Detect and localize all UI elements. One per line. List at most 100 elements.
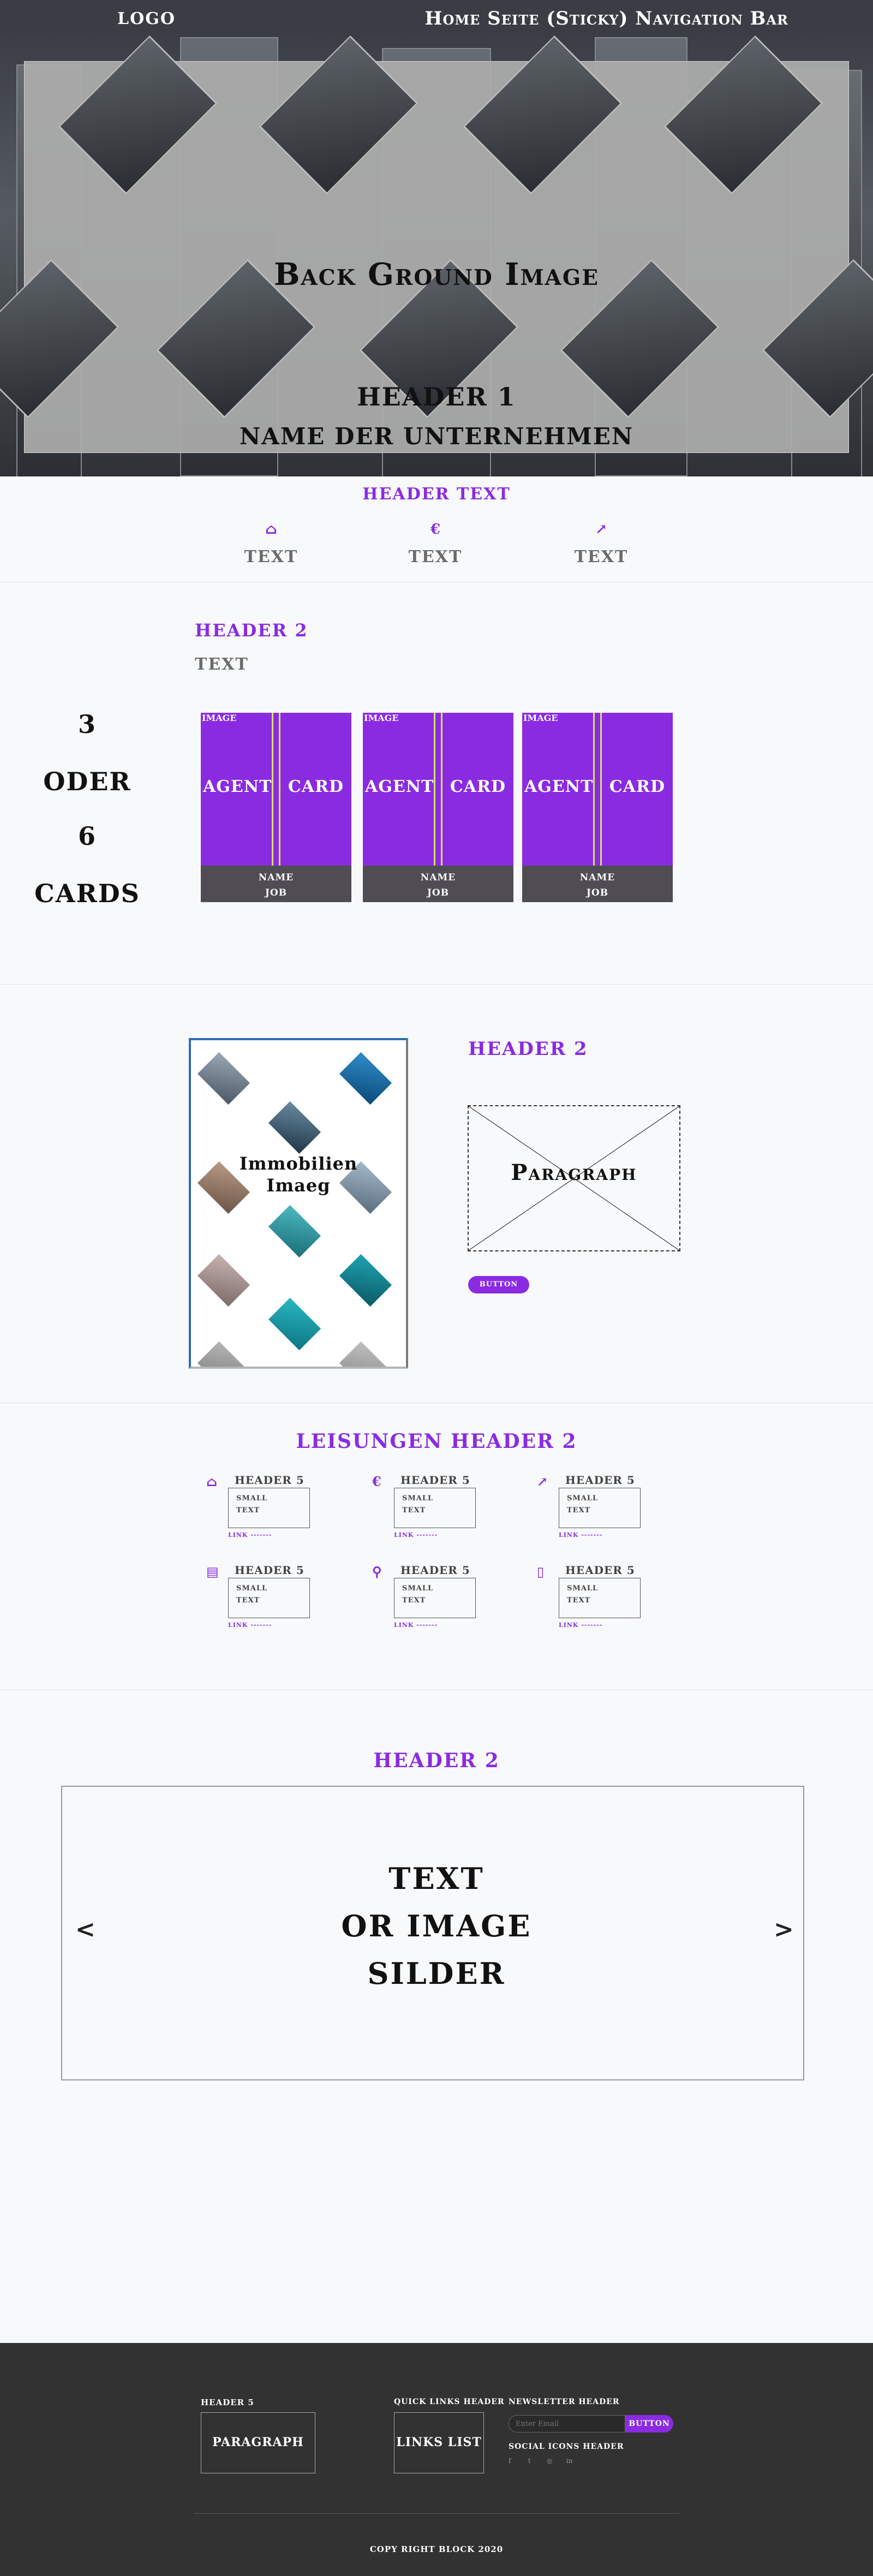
- slider-text-line: OR IMAGE: [341, 1909, 532, 1943]
- home-icon: ⌂: [206, 1474, 218, 1489]
- hero-background-label: Back Ground Image: [274, 257, 599, 293]
- copyright-text: COPY RIGHT BLOCK 2020: [369, 2544, 504, 2554]
- instagram-icon[interactable]: ◎: [547, 2457, 552, 2465]
- footer-paragraph-box: PARAGRAPH: [201, 2412, 315, 2473]
- card-agent-label: AGENT: [203, 777, 272, 796]
- footer-quick-links-title: QUICK LINKS HEADER: [394, 2398, 505, 2406]
- navigation-title[interactable]: Home Seite (Sticky) Navigation Bar: [424, 8, 788, 29]
- diamond-tile: [268, 1204, 321, 1258]
- agent-card[interactable]: IMAGE AGENT CARD NAME JOB: [201, 713, 351, 902]
- linkedin-icon[interactable]: in: [566, 2457, 573, 2465]
- slider-section-header: HEADER 2: [373, 1749, 500, 1772]
- agent-name: NAME: [420, 872, 456, 883]
- service-small-text: SMALL: [236, 1494, 268, 1502]
- card-agent-label: AGENT: [524, 777, 594, 796]
- diamond-tile: [268, 1297, 321, 1351]
- card-divider: [434, 713, 443, 866]
- cards-count-word: CARDS: [34, 879, 140, 908]
- service-text-box: SMALL TEXT: [559, 1488, 641, 1528]
- service-link[interactable]: LINK -------: [228, 1531, 272, 1539]
- about-button[interactable]: BUTTON: [468, 1276, 529, 1293]
- social-icons-title: SOCIAL ICONS HEADER: [509, 2442, 624, 2451]
- hero-heading: HEADER 1: [357, 382, 516, 412]
- agent-job: JOB: [265, 887, 288, 898]
- euro-icon: €: [430, 521, 441, 538]
- real-estate-image: [189, 1038, 408, 1369]
- footer-col1-title: HEADER 5: [201, 2398, 254, 2407]
- about-section-header: HEADER 2: [468, 1038, 588, 1060]
- card-footer: NAME JOB: [201, 866, 351, 902]
- card-image-label: IMAGE: [523, 713, 558, 723]
- newsletter-email-input[interactable]: [509, 2415, 625, 2432]
- service-item[interactable]: ↗ HEADER 5 SMALL TEXT LINK -------: [537, 1474, 668, 1561]
- diamond-tile: [197, 1254, 250, 1307]
- service-small-text: SMALL: [567, 1494, 599, 1502]
- service-item[interactable]: ▯ HEADER 5 SMALL TEXT LINK -------: [537, 1564, 668, 1651]
- diamond-tile: [339, 1254, 392, 1307]
- service-item[interactable]: ⌂ HEADER 5 SMALL TEXT LINK -------: [206, 1474, 337, 1561]
- feature-item: € TEXT: [381, 521, 490, 567]
- agent-card[interactable]: IMAGE AGENT CARD NAME JOB: [522, 713, 673, 902]
- building-icon: ▤: [206, 1564, 219, 1579]
- service-header: HEADER 5: [400, 1564, 470, 1577]
- card-image-label: IMAGE: [202, 713, 237, 723]
- service-link[interactable]: LINK -------: [228, 1621, 272, 1629]
- image-label-line: Immobilien: [239, 1153, 358, 1174]
- service-link[interactable]: LINK -------: [559, 1531, 602, 1539]
- diamond-tile: [339, 1052, 392, 1105]
- feature-item: ↗ TEXT: [547, 521, 656, 567]
- paragraph-label: Paragraph: [511, 1160, 637, 1185]
- service-text-box: SMALL TEXT: [394, 1578, 476, 1618]
- agent-card[interactable]: IMAGE AGENT CARD NAME JOB: [363, 713, 513, 902]
- card-divider: [272, 713, 280, 866]
- service-small-text: SMALL: [402, 1584, 434, 1593]
- agent-name: NAME: [579, 872, 615, 883]
- service-item[interactable]: ⚲ HEADER 5 SMALL TEXT LINK -------: [372, 1564, 503, 1651]
- company-name: NAME DER UNTERNEHMEN: [239, 423, 634, 450]
- feature-item: ⌂ TEXT: [217, 521, 326, 567]
- card-footer: NAME JOB: [363, 866, 513, 902]
- service-item[interactable]: ▤ HEADER 5 SMALL TEXT LINK -------: [206, 1564, 337, 1651]
- feature-label: TEXT: [408, 547, 463, 567]
- services-section-header: LEISUNGEN HEADER 2: [296, 1430, 577, 1453]
- agent-job: JOB: [586, 887, 609, 898]
- newsletter-title: NEWSLETTER HEADER: [509, 2398, 620, 2406]
- service-item[interactable]: € HEADER 5 SMALL TEXT LINK -------: [372, 1474, 503, 1561]
- euro-icon: €: [372, 1474, 381, 1489]
- service-header: HEADER 5: [565, 1564, 635, 1577]
- service-small-text: SMALL: [402, 1494, 434, 1502]
- diamond-tile: [197, 1341, 250, 1367]
- service-small-text: TEXT: [236, 1506, 260, 1514]
- service-small-text: TEXT: [402, 1596, 426, 1605]
- card-divider: [593, 713, 602, 866]
- search-icon: ⚲: [372, 1564, 382, 1579]
- chart-line-icon: ↗: [595, 521, 607, 538]
- service-text-box: SMALL TEXT: [228, 1488, 310, 1528]
- twitter-icon[interactable]: t: [528, 2457, 531, 2465]
- feature-strip-header: HEADER TEXT: [362, 485, 511, 504]
- real-estate-image-label: Immobilien Imaeg: [189, 1153, 408, 1196]
- diamond-tile: [339, 1341, 392, 1367]
- facebook-icon[interactable]: f: [509, 2457, 511, 2465]
- feature-label: TEXT: [574, 547, 629, 567]
- card-label: CARD: [288, 777, 344, 796]
- agent-job: JOB: [427, 887, 450, 898]
- service-link[interactable]: LINK -------: [559, 1621, 602, 1629]
- agent-name: NAME: [258, 872, 294, 883]
- service-small-text: TEXT: [567, 1596, 591, 1605]
- slider-text-line: TEXT: [388, 1861, 485, 1896]
- cards-count-word: 3: [77, 709, 97, 739]
- service-small-text: SMALL: [567, 1584, 599, 1593]
- logo[interactable]: LOGO: [117, 9, 176, 28]
- card-label: CARD: [450, 777, 506, 796]
- service-link[interactable]: LINK -------: [394, 1621, 438, 1629]
- card-image-label: IMAGE: [364, 713, 399, 723]
- footer-divider: [194, 2513, 679, 2514]
- image-label-line: Imaeg: [266, 1175, 331, 1196]
- service-text-box: SMALL TEXT: [228, 1578, 310, 1618]
- newsletter-subscribe-button[interactable]: BUTTON: [625, 2415, 673, 2432]
- service-link[interactable]: LINK -------: [394, 1531, 438, 1539]
- diamond-tile: [268, 1101, 321, 1154]
- footer-links-list[interactable]: LINKS LIST: [394, 2412, 484, 2473]
- cards-count-word: 6: [77, 821, 97, 851]
